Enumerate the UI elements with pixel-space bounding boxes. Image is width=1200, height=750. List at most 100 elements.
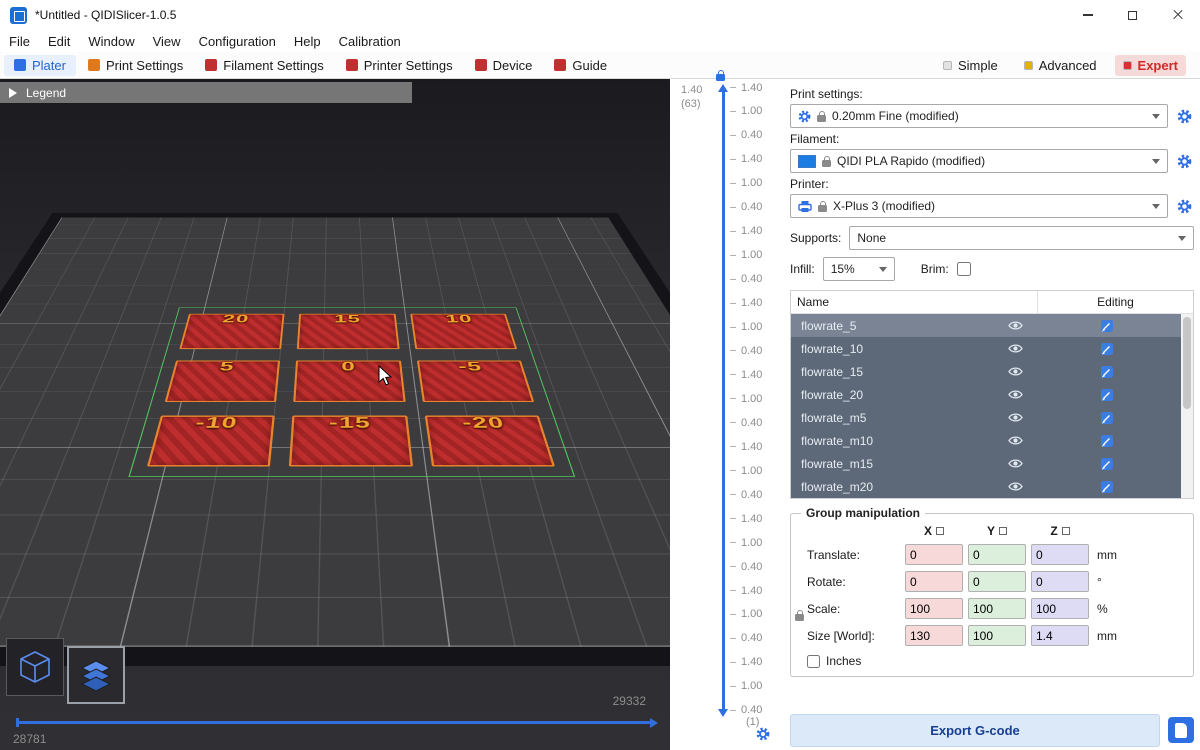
- inches-checkbox[interactable]: [807, 655, 820, 668]
- tick-dash: [730, 614, 736, 615]
- x-value-input[interactable]: [905, 598, 963, 619]
- eye-visibility-icon[interactable]: [997, 366, 1033, 377]
- object-row[interactable]: flowrate_20: [791, 383, 1181, 406]
- y-value-input[interactable]: [968, 598, 1026, 619]
- y-value-input[interactable]: [968, 625, 1026, 646]
- filament-combo[interactable]: QIDI PLA Rapido (modified): [790, 149, 1168, 173]
- menu-item[interactable]: File: [0, 34, 39, 49]
- x-value-input[interactable]: [905, 625, 963, 646]
- supports-combo[interactable]: None: [849, 226, 1194, 250]
- slider-down-arrow-icon[interactable]: [718, 709, 728, 717]
- tab-item[interactable]: Device: [465, 55, 543, 76]
- minimize-button[interactable]: [1065, 0, 1110, 30]
- legend-label: Legend: [26, 86, 66, 100]
- 3d-viewport[interactable]: 20 15 10 5 0: [0, 79, 670, 750]
- mode-item[interactable]: Advanced: [1016, 55, 1105, 76]
- z-value-input[interactable]: [1031, 544, 1089, 565]
- flowrate-object[interactable]: 20: [179, 314, 284, 349]
- close-button[interactable]: [1155, 0, 1200, 30]
- tab-item[interactable]: Plater: [4, 55, 76, 76]
- tick-dash: [730, 518, 736, 519]
- y-value-input[interactable]: [968, 544, 1026, 565]
- export-gcode-button[interactable]: Export G-code: [790, 714, 1160, 747]
- 3d-editor-view-button[interactable]: [6, 638, 64, 696]
- object-row[interactable]: flowrate_m20: [791, 475, 1181, 498]
- object-row[interactable]: flowrate_5: [791, 314, 1181, 337]
- z-value-input[interactable]: [1031, 598, 1089, 619]
- eye-visibility-icon[interactable]: [997, 343, 1033, 354]
- menu-item[interactable]: Help: [285, 34, 330, 49]
- slider-lock-icon[interactable]: [716, 74, 725, 81]
- axis-letter: X: [924, 524, 932, 538]
- slider-up-arrow-icon[interactable]: [718, 84, 728, 92]
- editing-icon[interactable]: [1033, 480, 1181, 494]
- brim-checkbox[interactable]: [957, 262, 971, 276]
- editing-icon[interactable]: [1033, 365, 1181, 379]
- flowrate-object[interactable]: -15: [289, 416, 412, 467]
- flowrate-object[interactable]: -10: [147, 416, 275, 467]
- object-row[interactable]: flowrate_m15: [791, 452, 1181, 475]
- mode-item[interactable]: Expert: [1115, 55, 1186, 76]
- eye-visibility-icon[interactable]: [997, 412, 1033, 423]
- flowrate-object[interactable]: 15: [297, 314, 399, 349]
- y-value-input[interactable]: [968, 571, 1026, 592]
- mode-item[interactable]: Simple: [935, 55, 1006, 76]
- eye-visibility-icon[interactable]: [997, 320, 1033, 331]
- editing-icon[interactable]: [1033, 388, 1181, 402]
- x-value-input[interactable]: [905, 571, 963, 592]
- mode-label: Expert: [1138, 58, 1178, 73]
- editing-icon[interactable]: [1033, 434, 1181, 448]
- eye-visibility-icon[interactable]: [997, 435, 1033, 446]
- flowrate-object[interactable]: 10: [410, 314, 517, 349]
- flowrate-object[interactable]: -20: [424, 416, 555, 467]
- legend-collapsed-bar[interactable]: Legend: [0, 82, 412, 103]
- printer-combo[interactable]: X-Plus 3 (modified): [790, 194, 1168, 218]
- object-row[interactable]: flowrate_m10: [791, 429, 1181, 452]
- eye-visibility-icon[interactable]: [997, 389, 1033, 400]
- flowrate-object[interactable]: 5: [165, 360, 281, 402]
- eye-visibility-icon[interactable]: [997, 481, 1033, 492]
- axis-reset-icon[interactable]: [999, 527, 1007, 535]
- maximize-button[interactable]: [1110, 0, 1155, 30]
- object-row[interactable]: flowrate_15: [791, 360, 1181, 383]
- menu-item[interactable]: Configuration: [190, 34, 285, 49]
- menu-item[interactable]: Calibration: [330, 34, 410, 49]
- menu-item[interactable]: Edit: [39, 34, 79, 49]
- scrollbar-thumb[interactable]: [1183, 317, 1191, 409]
- z-value-input[interactable]: [1031, 571, 1089, 592]
- z-value-input[interactable]: [1031, 625, 1089, 646]
- print-settings-combo[interactable]: 0.20mm Fine (modified): [790, 104, 1168, 128]
- object-row[interactable]: flowrate_m5: [791, 406, 1181, 429]
- axis-reset-icon[interactable]: [1062, 527, 1070, 535]
- layer-slider-track[interactable]: [722, 92, 725, 710]
- x-value-input[interactable]: [905, 544, 963, 565]
- slider-settings-gear-icon[interactable]: [756, 727, 770, 744]
- object-list-scrollbar[interactable]: [1181, 314, 1193, 498]
- menu-item[interactable]: Window: [79, 34, 143, 49]
- tab-item[interactable]: Guide: [544, 55, 617, 76]
- editing-icon[interactable]: [1033, 342, 1181, 356]
- gcode-move-slider[interactable]: [16, 721, 650, 724]
- axis-letter: Y: [987, 524, 995, 538]
- menu-item[interactable]: View: [144, 34, 190, 49]
- tab-item[interactable]: Filament Settings: [195, 55, 333, 76]
- uniform-scale-lock-icon[interactable]: [795, 614, 804, 621]
- editing-icon[interactable]: [1033, 457, 1181, 471]
- eye-visibility-icon[interactable]: [997, 458, 1033, 469]
- print-settings-gear-button[interactable]: [1174, 109, 1194, 124]
- column-header-editing: Editing: [1037, 291, 1193, 313]
- object-row[interactable]: flowrate_10: [791, 337, 1181, 360]
- filament-gear-button[interactable]: [1174, 154, 1194, 169]
- axis-reset-icon[interactable]: [936, 527, 944, 535]
- editing-icon[interactable]: [1033, 411, 1181, 425]
- export-device-icon[interactable]: [1168, 717, 1194, 743]
- layer-tick: 1.40: [730, 226, 762, 237]
- tab-item[interactable]: Printer Settings: [336, 55, 463, 76]
- tab-item[interactable]: Print Settings: [78, 55, 193, 76]
- manipulation-row: Translate: mm: [807, 544, 1185, 565]
- infill-combo[interactable]: 15%: [823, 257, 895, 281]
- preview-sliced-view-button[interactable]: [67, 646, 125, 704]
- editing-icon[interactable]: [1033, 319, 1181, 333]
- flowrate-object[interactable]: -5: [417, 360, 535, 402]
- printer-gear-button[interactable]: [1174, 199, 1194, 214]
